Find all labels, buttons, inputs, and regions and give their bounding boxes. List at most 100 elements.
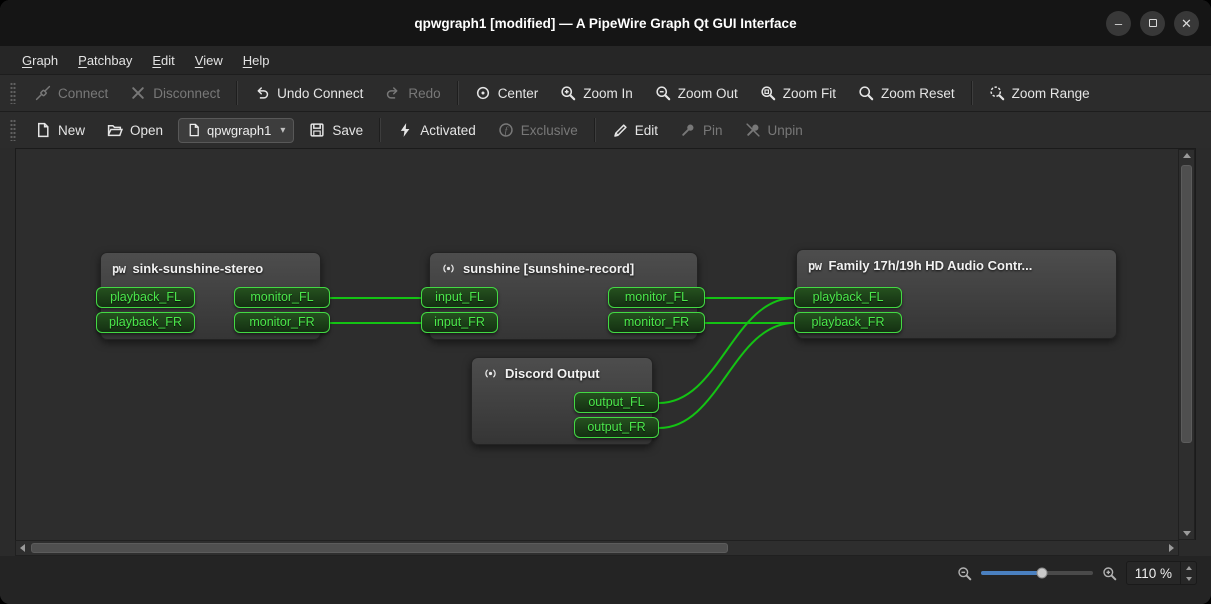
- zoom-out-icon: [957, 566, 972, 581]
- pin-icon: [680, 122, 696, 138]
- toolbar-grip[interactable]: [10, 82, 16, 104]
- zoom-reset-button[interactable]: Zoom Reset: [847, 79, 966, 108]
- connect-button[interactable]: Connect: [24, 79, 119, 108]
- port-sink-sunshine-stereo-monitor_FR[interactable]: monitor_FR: [234, 312, 330, 333]
- pin-label: Pin: [703, 123, 723, 138]
- file-icon: [187, 123, 201, 137]
- port-discord-output-output_FR[interactable]: output_FR: [574, 417, 659, 438]
- scrollbar-corner: [1179, 540, 1196, 556]
- maximize-button[interactable]: [1140, 11, 1165, 36]
- edit-button[interactable]: Edit: [601, 116, 669, 145]
- new-label: New: [58, 123, 85, 138]
- port-sunshine-input_FL[interactable]: input_FL: [421, 287, 498, 308]
- center-button[interactable]: Center: [464, 79, 550, 108]
- scroll-up-arrow[interactable]: [1183, 153, 1191, 158]
- disconnect-icon: [130, 85, 146, 101]
- redo-icon: [385, 85, 401, 101]
- toolbar-separator: [457, 81, 459, 105]
- speaker-icon: [483, 366, 498, 381]
- pin-button[interactable]: Pin: [669, 116, 734, 145]
- save-button[interactable]: Save: [298, 116, 374, 145]
- zoom-out-button[interactable]: Zoom Out: [644, 79, 749, 108]
- menu-edit[interactable]: Edit: [142, 46, 184, 74]
- zoom-value[interactable]: 110 %: [1127, 562, 1180, 584]
- zoom-out-icon: [655, 85, 671, 101]
- patchbay-select[interactable]: qpwgraph1 ▾: [178, 118, 294, 143]
- horizontal-scroll-handle[interactable]: [31, 543, 728, 553]
- open-folder-icon: [107, 122, 123, 138]
- zoom-spin-down-button[interactable]: [1181, 573, 1196, 584]
- zoom-in-label: Zoom In: [583, 86, 633, 101]
- zoom-spin-up-button[interactable]: [1181, 562, 1196, 573]
- connect-label: Connect: [58, 86, 108, 101]
- redo-label: Redo: [408, 86, 440, 101]
- scroll-down-arrow[interactable]: [1183, 531, 1191, 536]
- port-sunshine-input_FR[interactable]: input_FR: [421, 312, 498, 333]
- vertical-scrollbar[interactable]: [1178, 149, 1195, 540]
- toolbar-separator: [971, 81, 973, 105]
- app-window: qpwgraph1 [modified] — A PipeWire Graph …: [0, 0, 1211, 604]
- zoom-slider-thumb[interactable]: [1037, 568, 1048, 579]
- zoom-fit-button[interactable]: Zoom Fit: [749, 79, 847, 108]
- minimize-icon: –: [1115, 17, 1122, 30]
- close-button[interactable]: ✕: [1174, 11, 1199, 36]
- zoom-out-label: Zoom Out: [678, 86, 738, 101]
- open-label: Open: [130, 123, 163, 138]
- port-discord-output-output_FL[interactable]: output_FL: [574, 392, 659, 413]
- edit-label: Edit: [635, 123, 658, 138]
- exclusive-button[interactable]: f Exclusive: [487, 116, 589, 145]
- unpin-button[interactable]: Unpin: [734, 116, 814, 145]
- unpin-icon: [745, 122, 761, 138]
- hscroll-row: [15, 540, 1196, 556]
- node-label: Discord Output: [505, 366, 600, 381]
- window-controls: – ✕: [1106, 0, 1199, 46]
- zoom-range-button[interactable]: Zoom Range: [978, 79, 1101, 108]
- port-sunshine-monitor_FL[interactable]: monitor_FL: [608, 287, 705, 308]
- zoom-spin-arrows: [1180, 562, 1196, 584]
- port-sink-sunshine-stereo-playback_FR[interactable]: playback_FR: [96, 312, 195, 333]
- activated-label: Activated: [420, 123, 476, 138]
- close-icon: ✕: [1181, 17, 1192, 30]
- menu-help[interactable]: Help: [233, 46, 280, 74]
- undo-icon: [254, 85, 270, 101]
- activated-button[interactable]: Activated: [386, 116, 487, 145]
- chevron-down-icon: ▾: [280, 125, 285, 136]
- menu-graph-label: Graph: [22, 53, 58, 68]
- menu-view-label: View: [195, 53, 223, 68]
- zoom-spinbox[interactable]: 110 %: [1126, 561, 1197, 585]
- zoom-in-button[interactable]: Zoom In: [549, 79, 644, 108]
- minimize-button[interactable]: –: [1106, 11, 1131, 36]
- redo-button[interactable]: Redo: [374, 79, 451, 108]
- menu-patchbay[interactable]: Patchbay: [68, 46, 142, 74]
- disconnect-button[interactable]: Disconnect: [119, 79, 231, 108]
- node-title: Discord Output: [472, 358, 652, 389]
- connect-icon: [35, 85, 51, 101]
- open-button[interactable]: Open: [96, 116, 174, 145]
- spin-up-icon: [1186, 566, 1192, 570]
- zoom-in-icon: [1102, 566, 1117, 581]
- maximize-icon: [1149, 19, 1157, 27]
- menubar: Graph Patchbay Edit View Help: [0, 46, 1211, 74]
- exclusive-label: Exclusive: [521, 123, 578, 138]
- menu-view[interactable]: View: [185, 46, 233, 74]
- port-family-audio-playback_FR[interactable]: playback_FR: [794, 312, 902, 333]
- new-button[interactable]: New: [24, 116, 96, 145]
- scroll-left-arrow[interactable]: [20, 544, 25, 552]
- zoom-slider[interactable]: [981, 564, 1093, 582]
- scroll-right-arrow[interactable]: [1169, 544, 1174, 552]
- zoom-range-label: Zoom Range: [1012, 86, 1090, 101]
- toolbar-grip[interactable]: [10, 119, 16, 141]
- unpin-label: Unpin: [768, 123, 803, 138]
- port-sink-sunshine-stereo-monitor_FL[interactable]: monitor_FL: [234, 287, 330, 308]
- graph-canvas[interactable]: pwsink-sunshine-stereoplayback_FLplaybac…: [16, 149, 1178, 540]
- horizontal-scrollbar[interactable]: [15, 540, 1179, 556]
- menu-graph[interactable]: Graph: [12, 46, 68, 74]
- port-family-audio-playback_FL[interactable]: playback_FL: [794, 287, 902, 308]
- titlebar[interactable]: qpwgraph1 [modified] — A PipeWire Graph …: [0, 0, 1211, 46]
- graph-wires: [16, 149, 1178, 540]
- port-sink-sunshine-stereo-playback_FL[interactable]: playback_FL: [96, 287, 195, 308]
- toolbar-separator: [236, 81, 238, 105]
- port-sunshine-monitor_FR[interactable]: monitor_FR: [608, 312, 705, 333]
- vertical-scroll-handle[interactable]: [1181, 165, 1192, 443]
- undo-connect-button[interactable]: Undo Connect: [243, 79, 374, 108]
